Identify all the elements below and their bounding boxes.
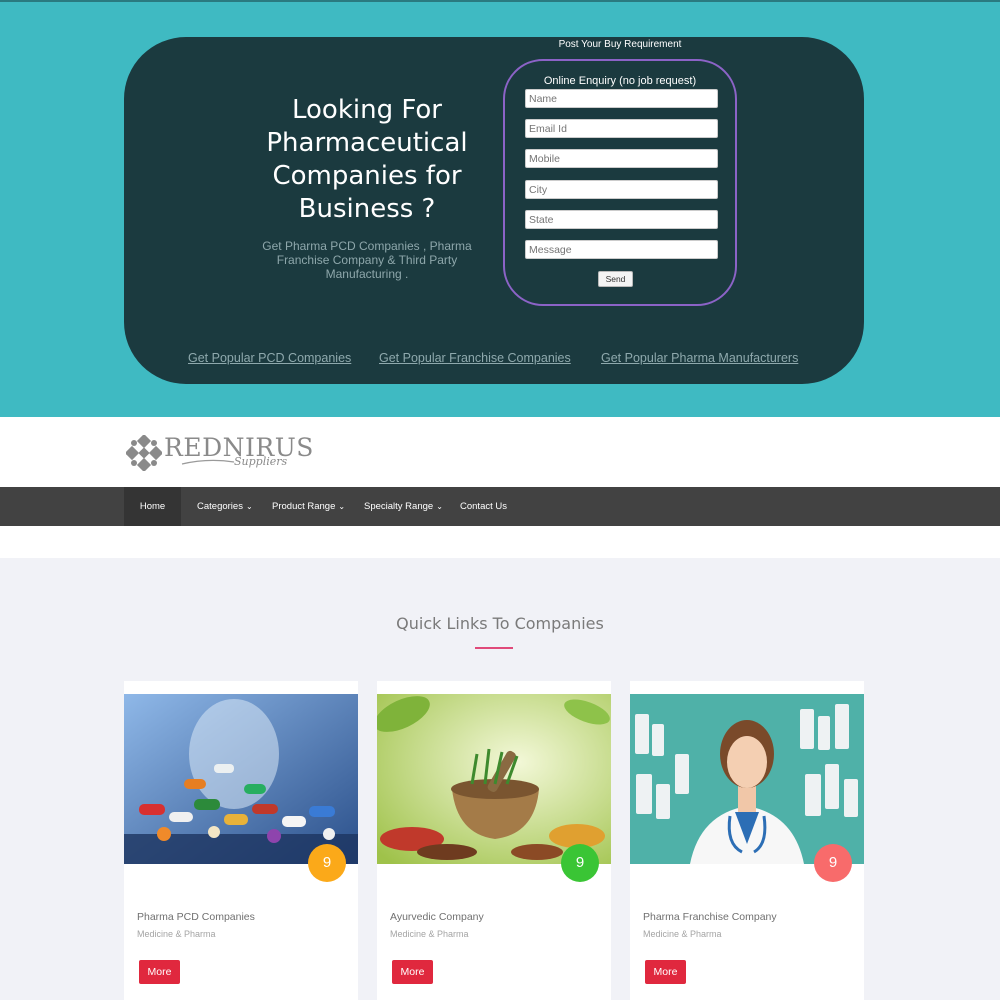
popular-manufacturers-link[interactable]: Get Popular Pharma Manufacturers	[601, 351, 798, 365]
enquiry-form-title: Online Enquiry (no job request)	[543, 75, 697, 87]
city-field[interactable]	[525, 180, 718, 199]
nav-item-label: Contact Us	[460, 501, 507, 512]
popular-franchise-link[interactable]: Get Popular Franchise Companies	[379, 351, 571, 365]
nav-item-contact-us[interactable]: Contact Us	[460, 487, 507, 526]
nav-item-specialty-range[interactable]: Specialty Range ⌄	[364, 487, 443, 526]
count-badge: 9	[561, 844, 599, 882]
mobile-field[interactable]	[525, 149, 718, 168]
card-title[interactable]: Pharma Franchise Company	[643, 911, 777, 923]
main-navbar: Home Categories ⌄ Product Range ⌄ Specialt…	[0, 487, 1000, 526]
company-card: 9 Pharma Franchise Company Medicine & Ph…	[630, 681, 864, 1000]
hero-subtitle: Get Pharma PCD Companies , Pharma Franch…	[262, 239, 472, 281]
card-title[interactable]: Ayurvedic Company	[390, 911, 484, 923]
nav-item-label: Home	[139, 501, 166, 512]
site-header: REDNIRUS Suppliers	[0, 417, 1000, 487]
nav-item-product-range[interactable]: Product Range ⌄	[272, 487, 345, 526]
chevron-down-icon: ⌄	[338, 502, 346, 511]
message-field[interactable]	[525, 240, 718, 259]
chevron-down-icon: ⌄	[245, 502, 253, 511]
nav-item-label: Product Range	[272, 501, 336, 512]
nav-item-label: Categories	[197, 501, 243, 512]
company-card: 9 Ayurvedic Company Medicine & Pharma Mo…	[377, 681, 611, 1000]
count-badge: 9	[308, 844, 346, 882]
nav-item-label: Specialty Range	[364, 501, 434, 512]
card-category: Medicine & Pharma	[390, 929, 469, 939]
logo-tagline: Suppliers	[234, 455, 288, 468]
doctor-image[interactable]	[630, 694, 864, 864]
herbs-mortar-image[interactable]	[377, 694, 611, 864]
card-category: Medicine & Pharma	[137, 929, 216, 939]
more-button[interactable]: More	[139, 960, 180, 984]
chevron-down-icon: ⌄	[436, 502, 443, 511]
white-spacer-strip	[0, 526, 1000, 558]
logo-flower-icon[interactable]	[126, 435, 162, 471]
nav-item-home[interactable]: Home	[124, 487, 181, 526]
card-category: Medicine & Pharma	[643, 929, 722, 939]
company-card: 9 Pharma PCD Companies Medicine & Pharma…	[124, 681, 358, 1000]
popular-pcd-link[interactable]: Get Popular PCD Companies	[188, 351, 351, 365]
hero-title: Looking For Pharmaceutical Companies for…	[266, 95, 468, 224]
hero-card	[124, 37, 864, 384]
more-button[interactable]: More	[392, 960, 433, 984]
card-title[interactable]: Pharma PCD Companies	[137, 911, 255, 923]
name-field[interactable]	[525, 89, 718, 108]
state-field[interactable]	[525, 210, 718, 229]
logo-swoosh-icon	[181, 459, 235, 465]
section-title: Quick Links To Companies	[396, 614, 604, 633]
more-button[interactable]: More	[645, 960, 686, 984]
pills-image[interactable]	[124, 694, 358, 864]
send-button[interactable]: Send	[598, 271, 633, 287]
nav-item-categories[interactable]: Categories ⌄	[197, 487, 253, 526]
section-title-underline	[475, 647, 513, 649]
enquiry-form: Online Enquiry (no job request) Send	[503, 59, 737, 306]
hero-banner: Looking For Pharmaceutical Companies for…	[0, 0, 1000, 417]
post-buy-requirement-label: Post Your Buy Requirement	[558, 39, 682, 50]
count-badge: 9	[814, 844, 852, 882]
email-field[interactable]	[525, 119, 718, 138]
